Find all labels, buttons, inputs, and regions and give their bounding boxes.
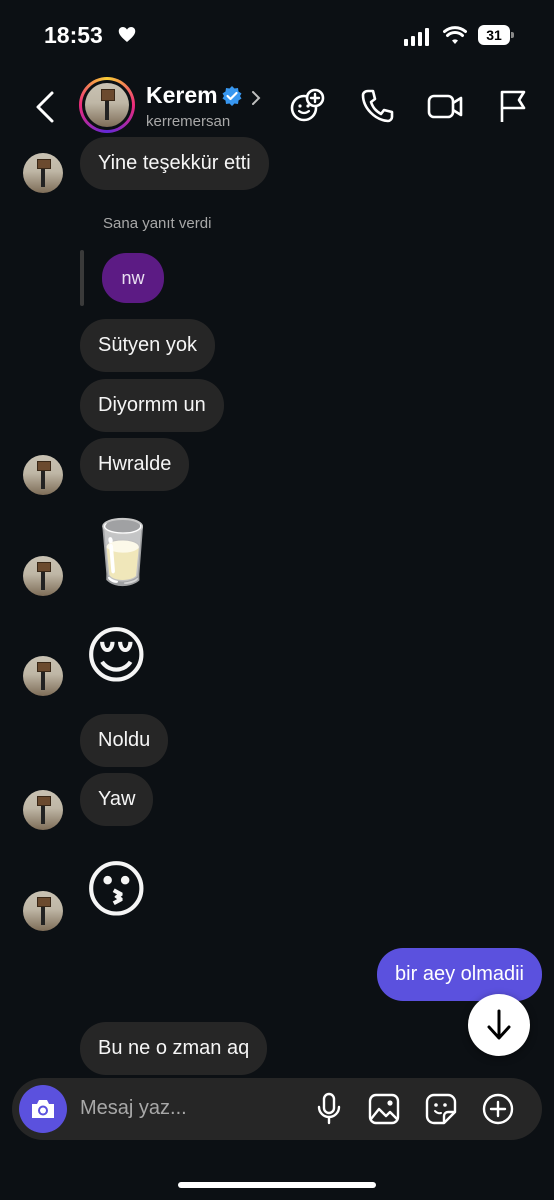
battery-indicator: 31 <box>478 25 510 45</box>
message-bubble[interactable]: Yine teşekkür etti <box>80 137 269 190</box>
sender-avatar[interactable] <box>23 455 63 495</box>
message-input[interactable]: Mesaj yaz... <box>80 1097 187 1120</box>
message-bubble[interactable]: Bu ne o zman aq <box>80 1022 268 1075</box>
back-icon[interactable] <box>30 90 60 124</box>
add-icon[interactable] <box>481 1092 515 1126</box>
contact-name[interactable]: Kerem <box>146 82 218 109</box>
message-bubble[interactable]: Noldu <box>80 714 169 767</box>
effects-icon[interactable] <box>289 88 327 124</box>
message-bubble[interactable]: Sütyen yok <box>80 319 215 372</box>
reply-note: Sana yanıt verdi <box>103 215 212 232</box>
cellular-signal-icon <box>404 28 429 46</box>
sender-avatar[interactable] <box>23 891 63 931</box>
message-bubble[interactable]: Hwralde <box>80 438 190 491</box>
microphone-icon[interactable] <box>316 1092 342 1126</box>
avatar-photo <box>85 83 129 127</box>
camera-button[interactable] <box>19 1085 67 1133</box>
emoji-message[interactable]: 🥛 <box>84 522 161 584</box>
reply-bar <box>80 250 84 306</box>
message-bubble[interactable]: Yaw <box>80 773 154 826</box>
flag-icon[interactable] <box>498 88 528 124</box>
gallery-icon[interactable] <box>367 1092 401 1126</box>
scroll-down-button[interactable] <box>468 994 530 1056</box>
status-time: 18:53 <box>44 22 103 48</box>
profile-avatar[interactable] <box>79 77 135 133</box>
verified-icon <box>222 86 242 106</box>
sender-avatar[interactable] <box>23 790 63 830</box>
sender-avatar[interactable] <box>23 556 63 596</box>
sender-avatar[interactable] <box>23 656 63 696</box>
contact-username: kerremersan <box>146 113 231 130</box>
sender-avatar[interactable] <box>23 153 63 193</box>
home-indicator <box>178 1182 376 1188</box>
battery-tip <box>511 32 514 38</box>
camera-icon <box>32 1100 54 1118</box>
my-message-bubble[interactable]: bir aey olmadii <box>377 948 542 1001</box>
emoji-message[interactable]: 😌 <box>84 626 149 688</box>
message-bubble[interactable]: Diyormm un <box>80 379 224 432</box>
emoji-message[interactable]: 😗 <box>84 860 149 922</box>
sticker-icon[interactable] <box>424 1092 458 1126</box>
heart-icon <box>118 27 136 42</box>
quoted-message[interactable]: nw <box>102 253 164 303</box>
video-icon[interactable] <box>427 88 463 124</box>
phone-icon[interactable] <box>360 88 394 124</box>
arrow-down-icon <box>487 1009 511 1040</box>
wifi-icon <box>443 26 467 44</box>
chevron-right-icon[interactable] <box>250 90 262 106</box>
